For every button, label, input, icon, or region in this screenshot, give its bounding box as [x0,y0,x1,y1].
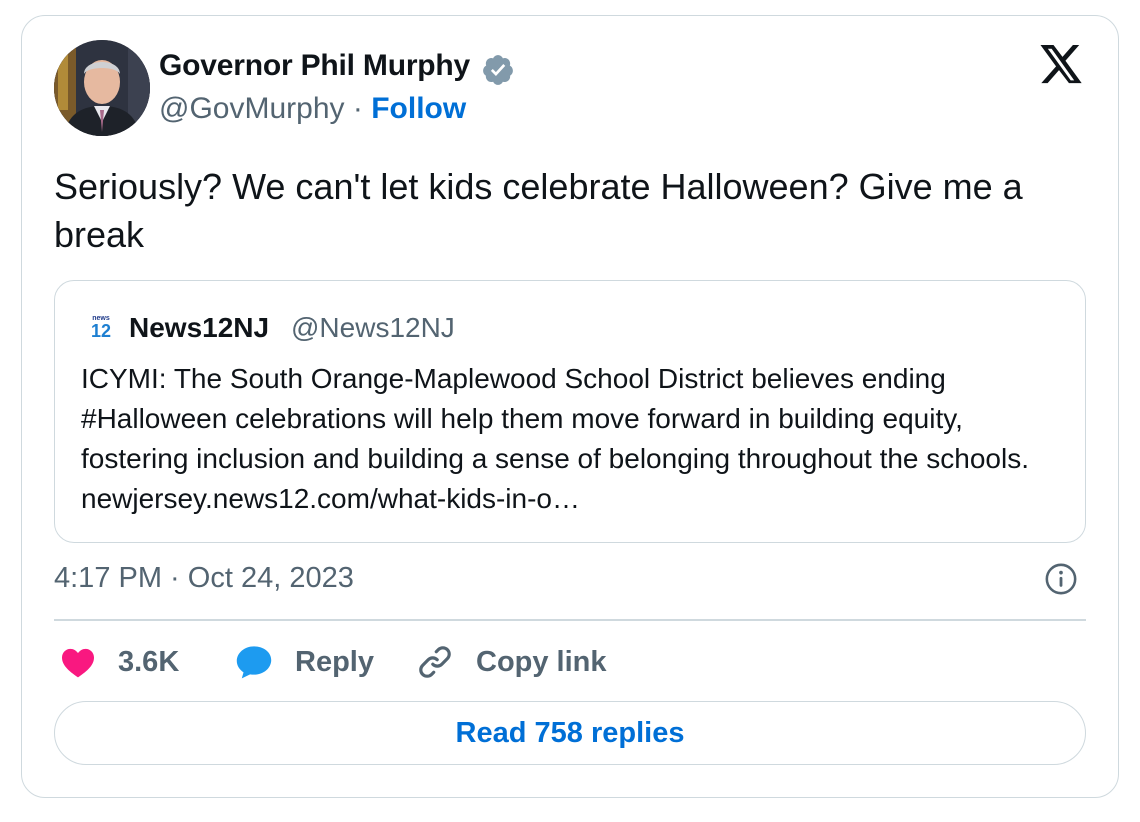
divider [54,619,1086,621]
news12-logo-bottom: 12 [91,321,111,340]
reply-bubble-icon [236,646,272,679]
link-icon [419,646,451,678]
avatar[interactable] [54,40,150,136]
heart-icon [62,648,94,678]
copy-link-label: Copy link [476,645,607,678]
read-replies-button[interactable]: Read 758 replies [54,701,1086,765]
follow-button[interactable]: Follow [371,92,466,125]
like-count: 3.6K [118,645,180,678]
quoted-tweet-text: ICYMI: The South Orange-Maplewood School… [81,363,1029,514]
author-handle[interactable]: @GovMurphy [159,92,345,125]
tweet-text: Seriously? We can't let kids celebrate H… [54,166,1023,255]
author-name[interactable]: Governor Phil Murphy [159,49,470,83]
handle-separator: · [352,92,363,125]
reply-button[interactable]: Reply [235,640,374,684]
quoted-author-handle[interactable]: @News12NJ [291,312,455,344]
info-icon[interactable] [1044,562,1078,596]
quoted-tweet[interactable]: news 12 News12NJ @News12NJ ICYMI: The So… [54,280,1086,543]
x-logo-icon[interactable] [1038,45,1084,87]
copy-link-button[interactable]: Copy link [416,640,607,684]
tweet-timestamp[interactable]: 4:17 PM · Oct 24, 2023 [54,562,354,595]
like-button[interactable]: 3.6K [60,640,179,684]
handle-row: @GovMurphy · Follow [159,92,466,126]
quoted-author-name[interactable]: News12NJ [129,312,269,344]
reply-label: Reply [295,645,374,678]
news12-logo-icon: news 12 [91,315,111,340]
verified-badge-icon [483,55,513,85]
